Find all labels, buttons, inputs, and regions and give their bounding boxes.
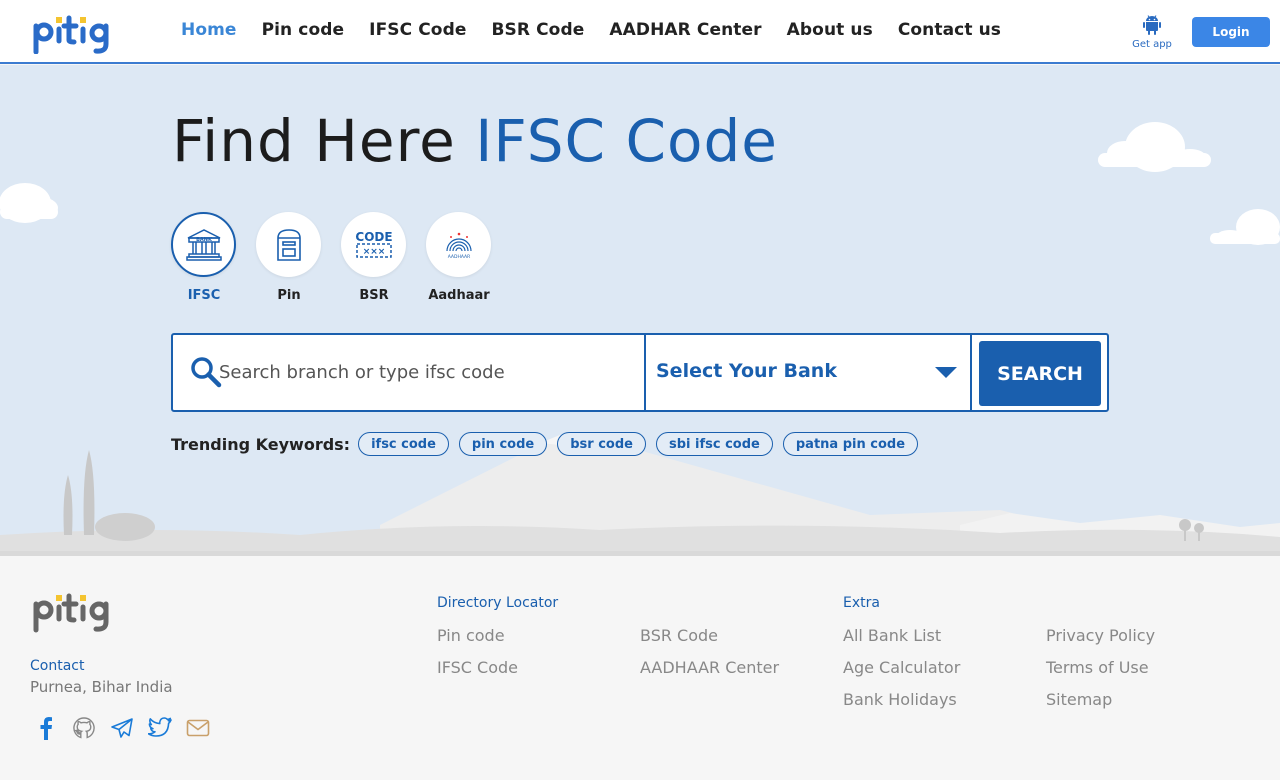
- search-icon: [191, 357, 222, 388]
- trending-chip[interactable]: ifsc code: [358, 432, 449, 456]
- nav-about-us[interactable]: About us: [787, 20, 873, 40]
- bank-icon: BANK: [185, 228, 222, 261]
- hero-title-main: Find Here: [172, 107, 476, 175]
- github-icon[interactable]: [72, 716, 96, 740]
- trending-chip[interactable]: sbi ifsc code: [655, 432, 773, 456]
- chevron-down-icon: [935, 367, 957, 378]
- search-input[interactable]: [219, 335, 643, 410]
- trending-chip[interactable]: bsr code: [557, 432, 646, 456]
- svg-text:AADHAAR: AADHAAR: [447, 254, 470, 260]
- tab-pin-circle: [256, 212, 321, 277]
- tab-aadhaar-label: Aadhaar: [428, 288, 490, 303]
- tab-ifsc[interactable]: BANK IFSC: [171, 212, 237, 303]
- nav-ifsc-code[interactable]: IFSC Code: [369, 20, 466, 40]
- main-nav: Home Pin code IFSC Code BSR Code AADHAR …: [181, 20, 1026, 40]
- mail-icon[interactable]: [186, 716, 210, 740]
- pitig-logo[interactable]: [32, 589, 114, 633]
- tab-ifsc-label: IFSC: [187, 288, 221, 303]
- footer-link-sitemap[interactable]: Sitemap: [1046, 690, 1112, 709]
- trending-keywords: Trending Keywords: ifsc code pin code bs…: [171, 432, 928, 456]
- android-icon: [1143, 15, 1161, 35]
- code-icon: CODE ×××: [355, 230, 392, 258]
- trending-label: Trending Keywords:: [171, 434, 351, 454]
- tab-aadhaar-circle: AADHAAR: [426, 212, 491, 277]
- trending-chip[interactable]: pin code: [458, 432, 548, 456]
- svg-text:BANK: BANK: [196, 237, 213, 243]
- search-divider: [970, 335, 972, 410]
- footer-link-all-bank-list[interactable]: All Bank List: [843, 626, 941, 645]
- post-box-icon: [276, 228, 301, 261]
- login-button[interactable]: Login: [1192, 17, 1270, 47]
- tab-bsr[interactable]: CODE ××× BSR: [341, 212, 407, 303]
- nav-contact-us[interactable]: Contact us: [898, 20, 1001, 40]
- aadhaar-icon: AADHAAR: [445, 232, 472, 260]
- footer-link-bank-holidays[interactable]: Bank Holidays: [843, 690, 957, 709]
- twitter-icon[interactable]: [148, 716, 172, 740]
- site-footer: Contact Purnea, Bihar India Directory Lo…: [0, 556, 1280, 780]
- footer-link-terms-of-use[interactable]: Terms of Use: [1046, 658, 1149, 677]
- nav-aadhar-center[interactable]: AADHAR Center: [609, 20, 761, 40]
- get-app-link[interactable]: Get app: [1130, 15, 1174, 50]
- hero-title-accent: IFSC Code: [475, 107, 778, 175]
- nav-bsr-code[interactable]: BSR Code: [491, 20, 584, 40]
- extra-heading: Extra: [843, 595, 880, 611]
- hero-section: Find Here IFSC Code BANK IFSC Pin CODE ×…: [0, 65, 1280, 556]
- contact-heading: Contact: [30, 658, 85, 674]
- tab-bsr-label: BSR: [359, 288, 389, 303]
- tab-bsr-circle: CODE ×××: [341, 212, 406, 277]
- site-header: Home Pin code IFSC Code BSR Code AADHAR …: [0, 0, 1280, 64]
- footer-link-ifsc-code[interactable]: IFSC Code: [437, 658, 518, 677]
- pitig-logo[interactable]: [32, 12, 114, 54]
- hero-title: Find Here IFSC Code: [172, 107, 778, 175]
- get-app-label: Get app: [1132, 39, 1172, 50]
- svg-text:CODE: CODE: [355, 230, 392, 244]
- footer-link-aadhaar-center[interactable]: AADHAAR Center: [640, 658, 779, 677]
- trending-chip[interactable]: patna pin code: [782, 432, 919, 456]
- nav-home[interactable]: Home: [181, 20, 237, 40]
- social-links: [34, 716, 224, 740]
- tab-pin-label: Pin: [277, 288, 301, 303]
- search-bar: Select Your Bank SEARCH: [171, 333, 1109, 412]
- bank-select-dropdown[interactable]: Select Your Bank: [646, 335, 970, 410]
- svg-text:×××: ×××: [362, 247, 385, 257]
- facebook-icon[interactable]: [34, 716, 58, 740]
- tab-pin[interactable]: Pin: [256, 212, 322, 303]
- nav-pin-code[interactable]: Pin code: [262, 20, 345, 40]
- tab-ifsc-circle: BANK: [171, 212, 236, 277]
- bank-select-label: Select Your Bank: [656, 360, 837, 382]
- footer-link-bsr-code[interactable]: BSR Code: [640, 626, 718, 645]
- tab-aadhaar[interactable]: AADHAAR Aadhaar: [426, 212, 492, 303]
- footer-link-age-calculator[interactable]: Age Calculator: [843, 658, 960, 677]
- category-tabs: BANK IFSC Pin CODE ××× BSR AADHAAR Aadha…: [171, 212, 511, 303]
- footer-link-privacy-policy[interactable]: Privacy Policy: [1046, 626, 1155, 645]
- contact-location: Purnea, Bihar India: [30, 678, 173, 696]
- telegram-icon[interactable]: [110, 716, 134, 740]
- directory-heading: Directory Locator: [437, 595, 559, 611]
- footer-link-pin-code[interactable]: Pin code: [437, 626, 505, 645]
- search-button[interactable]: SEARCH: [979, 341, 1101, 406]
